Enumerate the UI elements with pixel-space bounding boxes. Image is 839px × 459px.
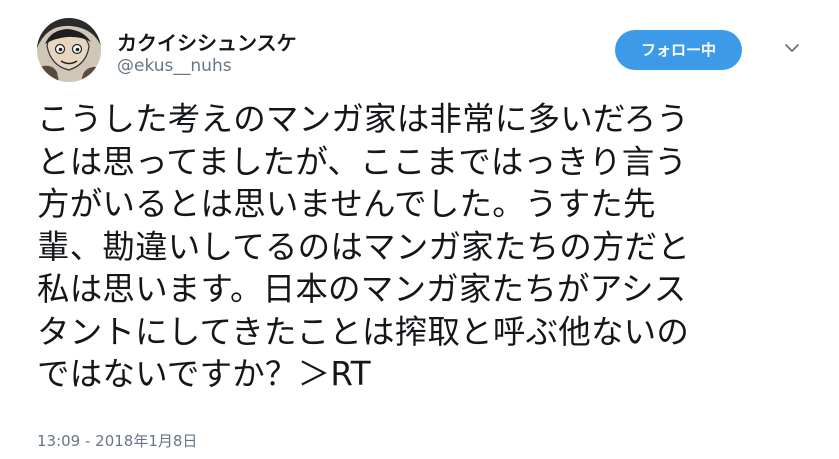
display-name[interactable]: カクイシシュンスケ: [117, 27, 297, 56]
chevron-down-icon: [785, 44, 799, 52]
tweet-text-line: タントにしてきたことは搾取と呼ぶ他ないの: [37, 312, 690, 351]
tweet-menu-button[interactable]: [778, 38, 806, 62]
avatar[interactable]: [37, 18, 101, 82]
tweet-text-line: こうした考えのマンガ家は非常に多いだろう: [37, 100, 690, 138]
tweet-text-line: ではないですか？＞RT: [37, 355, 371, 393]
following-button[interactable]: フォロー中: [615, 30, 742, 70]
screen-name[interactable]: @ekus__nuhs: [117, 56, 232, 76]
tweet-text: こうした考えのマンガ家は非常に多いだろう とは思ってましたが、ここまではっきり言…: [37, 98, 827, 396]
tweet-timestamp[interactable]: 13:09 - 2018年1月8日: [37, 430, 197, 451]
tweet-text-line: 輩、勘違いしてるのはマンガ家たちの方だと: [37, 227, 691, 266]
avatar-image: [37, 18, 101, 82]
tweet-text-line: 方がいるとは思いませんでした。うすた先: [37, 185, 656, 223]
tweet-text-line: とは思ってましたが、ここまではっきり言う: [37, 142, 688, 181]
tweet-card: カクイシシュンスケ @ekus__nuhs フォロー中 こうした考えのマンガ家は…: [0, 0, 839, 459]
tweet-text-line: 私は思います。日本のマンガ家たちがアシス: [37, 270, 687, 308]
